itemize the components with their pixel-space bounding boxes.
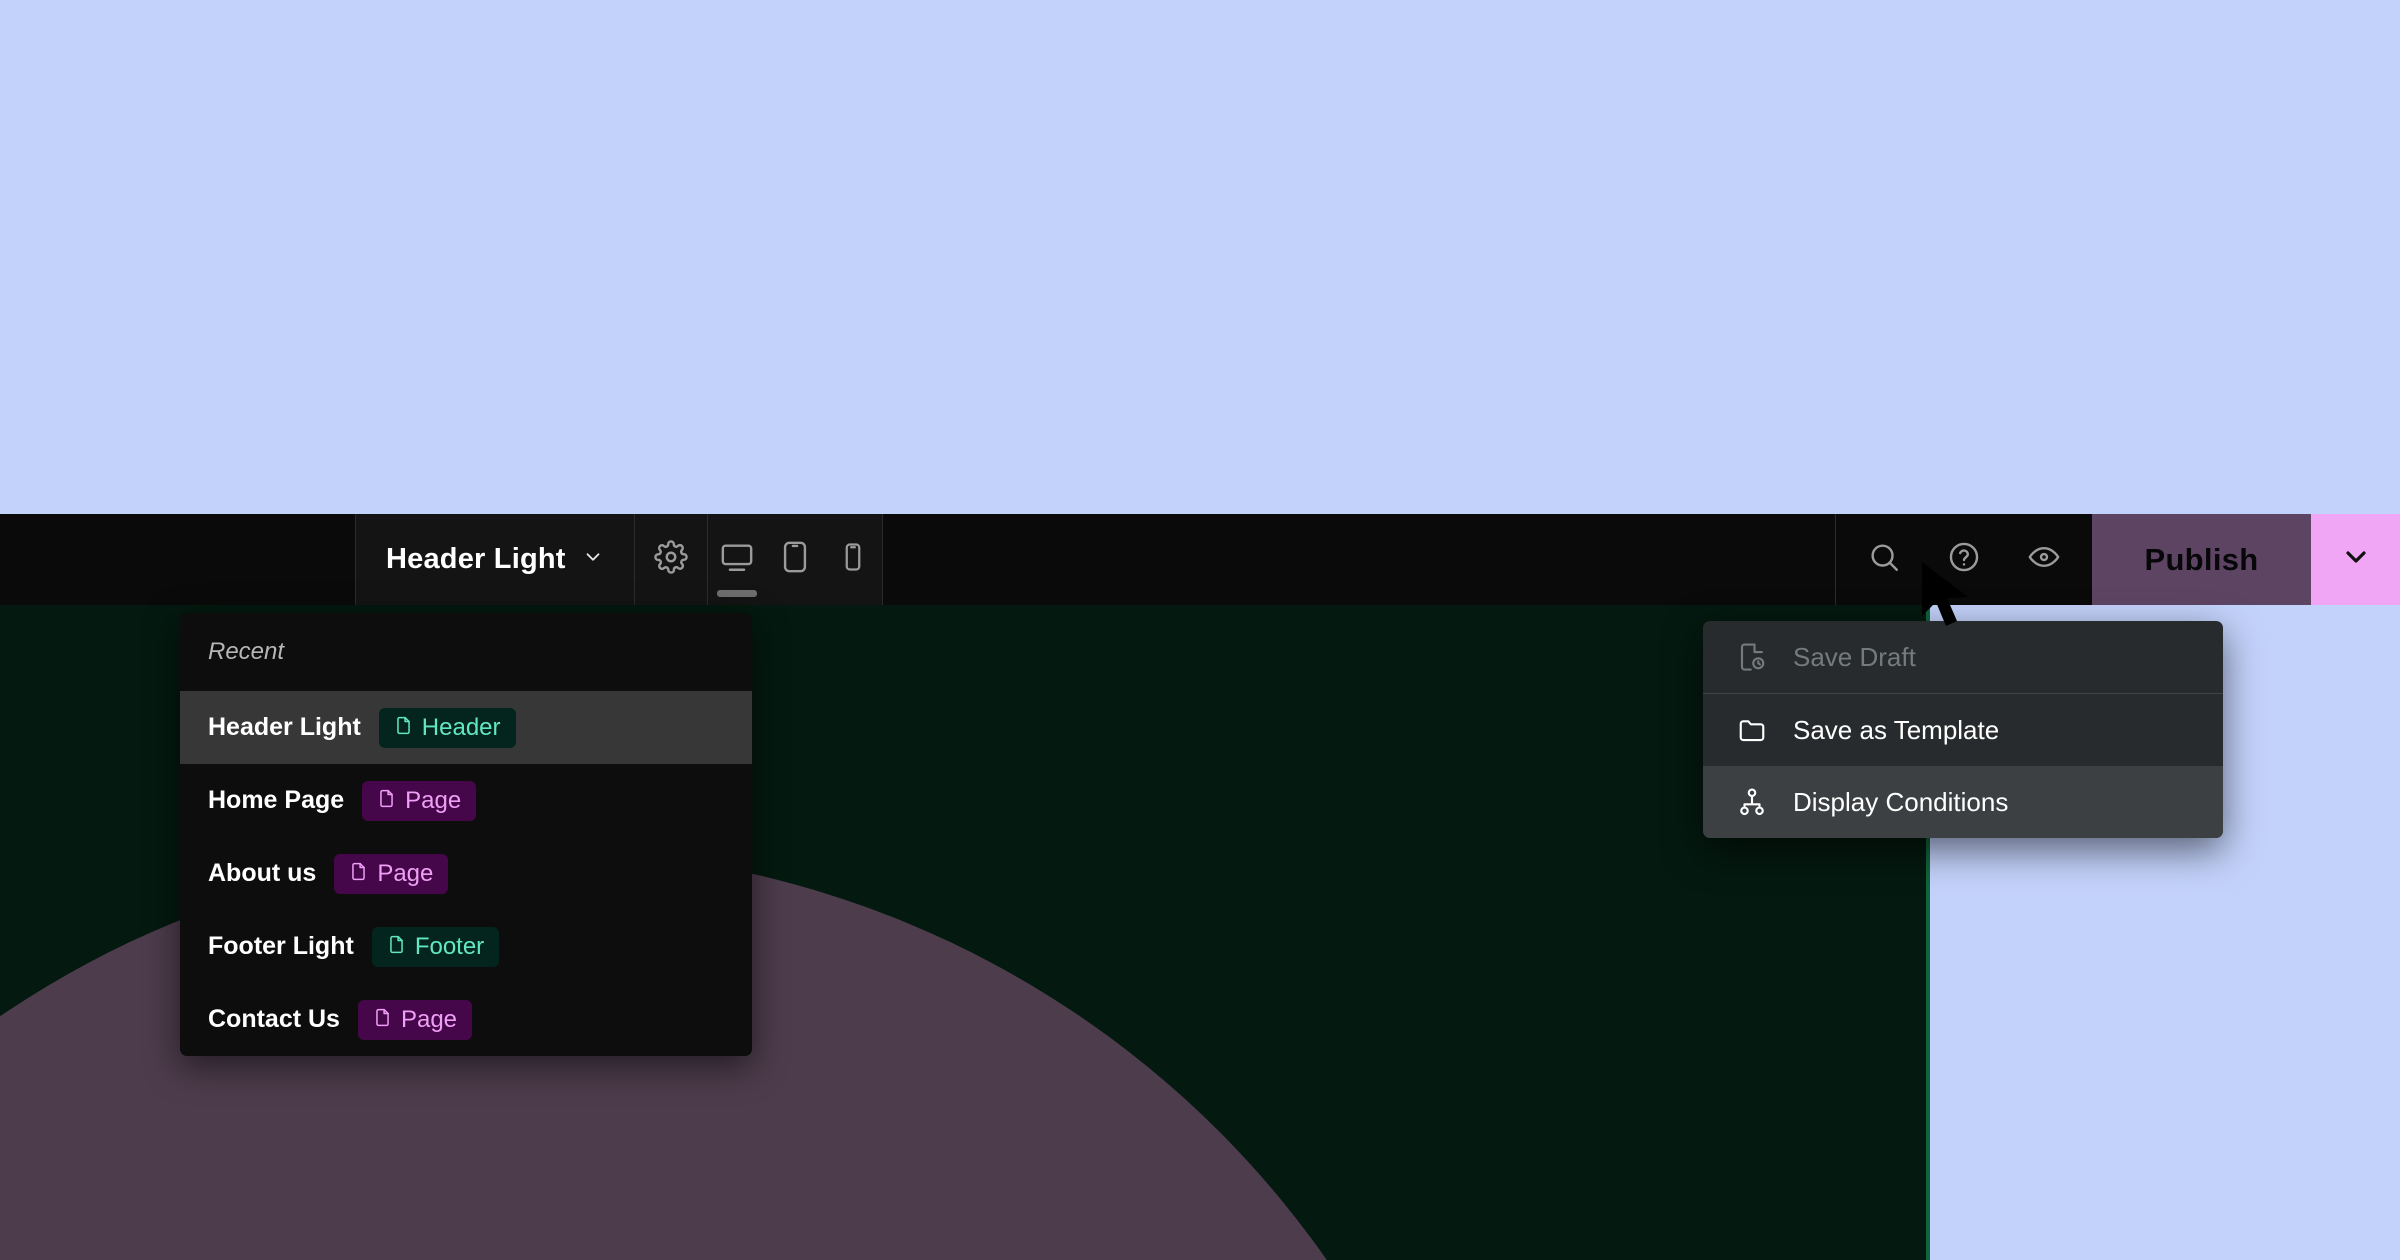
search-icon — [1867, 540, 1901, 579]
status-badge: Footer — [371, 926, 500, 967]
publish-button-label: Publish — [2144, 541, 2259, 577]
status-badge: Header — [378, 707, 516, 748]
app-root: Header Light Publish Recent Header Light… — [0, 0, 2400, 1260]
file-icon — [377, 787, 396, 815]
help-button[interactable] — [1938, 534, 1990, 586]
desktop-icon — [720, 540, 754, 579]
list-item-label: Home Page — [208, 786, 345, 814]
status-badge-label: Page — [377, 859, 434, 887]
chevron-down-icon — [2340, 541, 2372, 578]
recent-item-home-page[interactable]: Home Page Page — [180, 764, 752, 837]
gear-icon — [653, 540, 688, 579]
file-icon — [387, 933, 406, 961]
tablet-icon — [778, 540, 812, 579]
list-item-label: Footer Light — [208, 932, 354, 960]
folder-icon — [1737, 715, 1767, 745]
status-badge: Page — [357, 999, 473, 1040]
settings-button[interactable] — [634, 514, 707, 605]
toolbar-actions — [1836, 514, 2092, 605]
publish-dropdown-toggle[interactable] — [2311, 514, 2400, 605]
chevron-down-icon — [582, 546, 604, 573]
recent-item-contact-us[interactable]: Contact Us Page — [180, 983, 752, 1056]
publish-button[interactable]: Publish — [2092, 514, 2311, 605]
device-desktop-button[interactable] — [708, 514, 766, 605]
file-icon — [373, 1006, 392, 1034]
menu-item-save-draft[interactable]: Save Draft — [1703, 621, 2223, 693]
status-badge-label: Page — [405, 786, 462, 814]
menu-item-save-as-template[interactable]: Save as Template — [1703, 694, 2223, 766]
recent-documents-panel: Recent Header Light Header Home Page Pag… — [180, 613, 752, 1056]
device-tablet-button[interactable] — [766, 514, 824, 605]
recent-panel-header: Recent — [208, 638, 285, 665]
status-badge: Page — [362, 780, 477, 821]
recent-item-about-us[interactable]: About us Page — [180, 837, 752, 910]
status-badge: Page — [334, 853, 449, 894]
search-button[interactable] — [1858, 534, 1910, 586]
recent-item-footer-light[interactable]: Footer Light Footer — [180, 910, 752, 983]
toolbar-left-spacer — [0, 514, 355, 605]
device-active-indicator — [716, 590, 757, 597]
status-badge-label: Page — [400, 1005, 458, 1033]
sitemap-icon — [1737, 787, 1767, 817]
publish-dropdown-menu: Save Draft Save as Template Display Cond… — [1703, 621, 2223, 838]
menu-item-display-conditions[interactable]: Display Conditions — [1703, 766, 2223, 838]
question-circle-icon — [1947, 540, 1981, 579]
editor-toolbar: Header Light Publish — [0, 514, 2400, 605]
eye-icon — [2027, 540, 2061, 579]
file-clock-icon — [1737, 642, 1767, 672]
list-item-label: Contact Us — [208, 1005, 340, 1033]
document-selector[interactable]: Header Light — [356, 514, 634, 605]
menu-item-label: Display Conditions — [1793, 786, 2009, 817]
file-icon — [394, 714, 413, 742]
menu-item-label: Save as Template — [1793, 714, 2000, 745]
status-badge-label: Footer — [414, 932, 485, 960]
device-mobile-button[interactable] — [824, 514, 882, 605]
mobile-icon — [838, 542, 868, 577]
device-switcher — [707, 514, 882, 605]
toolbar-spacer — [882, 514, 1835, 605]
menu-item-label: Save Draft — [1793, 641, 1916, 672]
recent-item-header-light[interactable]: Header Light Header — [180, 691, 752, 764]
status-badge-label: Header — [421, 713, 501, 741]
list-item-label: About us — [208, 859, 317, 887]
list-item-label: Header Light — [208, 713, 361, 741]
file-icon — [349, 860, 368, 888]
preview-button[interactable] — [2018, 534, 2070, 586]
document-title: Header Light — [386, 543, 566, 575]
